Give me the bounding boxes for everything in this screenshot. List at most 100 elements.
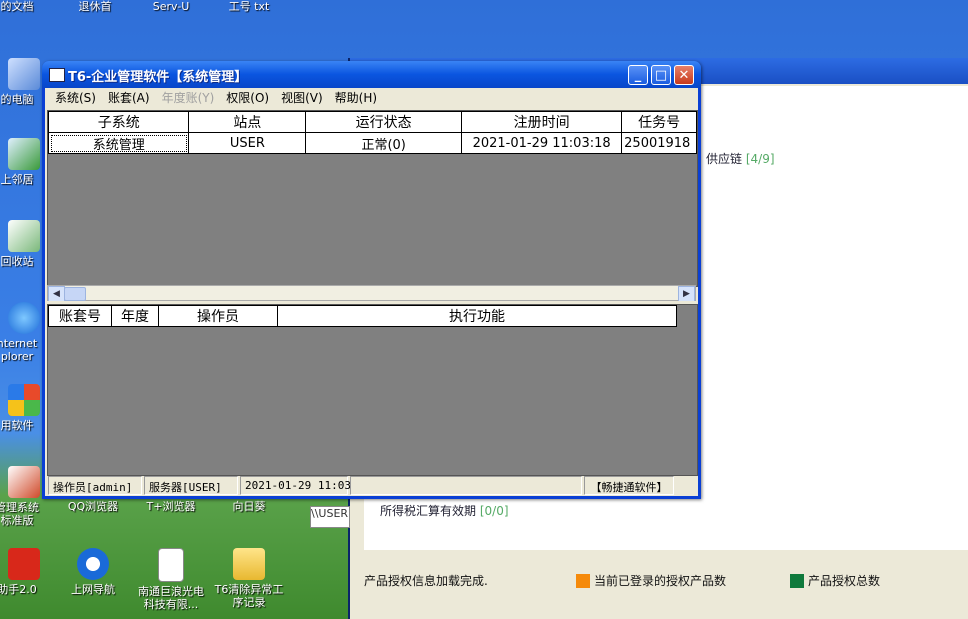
close-button[interactable]: ✕ [674, 65, 694, 85]
menu-help[interactable]: 帮助(H) [329, 89, 383, 106]
table-header-row: 子系统 站点 运行状态 注册时间 任务号 [48, 111, 697, 133]
legend-logged-in-label: 当前已登录的授权产品数 [594, 574, 727, 588]
legend-logged-in: 当前已登录的授权产品数 [576, 572, 726, 589]
legend-swatch-orange [576, 573, 590, 588]
menu-bar: 系统(S) 账套(A) 年度账(Y) 权限(O) 视图(V) 帮助(H) [45, 88, 698, 107]
col-subsystem[interactable]: 子系统 [48, 111, 190, 133]
assistant-icon [8, 548, 40, 580]
status-server: 服务器[USER] [144, 476, 238, 495]
window-title: T6-企业管理软件【系统管理】 [68, 70, 248, 85]
table-header-row: 账套号 年度 操作员 执行功能 [48, 305, 677, 327]
icon-label-2: 科技有限... [143, 598, 199, 611]
menu-view[interactable]: 视图(V) [275, 89, 329, 106]
status-empty [350, 476, 582, 495]
unc-path-text: \\USER [311, 507, 349, 520]
cell-subsystem[interactable]: 系统管理 [48, 132, 190, 154]
icon-label: 退休首 [78, 0, 112, 13]
icon-label: 助手2.0 [0, 583, 37, 596]
icon-label: 工号 txt [228, 0, 270, 13]
horizontal-scrollbar[interactable]: ◀ ▶ [47, 285, 696, 302]
icon-label: 向日葵 [232, 500, 266, 513]
col-function[interactable]: 执行功能 [277, 305, 677, 327]
subsystem-grid[interactable]: 子系统 站点 运行状态 注册时间 任务号 系统管理 USER 正常(0) 202… [47, 110, 698, 287]
network-icon [8, 138, 40, 170]
legend-total: 产品授权总数 [790, 572, 880, 589]
document-icon [158, 548, 184, 582]
legend-total-label: 产品授权总数 [808, 574, 881, 588]
recycle-bin-icon [8, 220, 40, 252]
icon-label: T+浏览器 [146, 500, 196, 513]
scroll-right-button[interactable]: ▶ [678, 286, 695, 302]
desktop-icon-qq-browser[interactable]: QQ浏览器 [54, 500, 132, 513]
ie-icon [77, 548, 109, 580]
cell-register-time[interactable]: 2021-01-29 11:03:18 [461, 132, 623, 154]
scroll-left-button[interactable]: ◀ [48, 286, 65, 302]
col-task-id[interactable]: 任务号 [621, 111, 697, 133]
operator-table: 账套号 年度 操作员 执行功能 [48, 305, 677, 327]
close-icon: ✕ [678, 68, 690, 83]
desktop-icon-tplus-browser[interactable]: T+浏览器 [132, 500, 210, 513]
desktop-icon-serv-u[interactable]: Serv-U [132, 0, 210, 13]
maximize-icon: □ [654, 68, 668, 83]
tax-validity-label: 所得税汇算有效期 [380, 504, 477, 518]
maximize-button[interactable]: □ [651, 65, 671, 85]
folder-icon [233, 548, 265, 580]
status-operator: 操作员[admin] [48, 476, 142, 495]
shortcut-icon [8, 466, 40, 498]
icon-label: Serv-U [152, 0, 190, 13]
icon-label: T6清除异常工 [214, 583, 284, 596]
icon-label-2: 序记录 [232, 596, 266, 609]
icon-label: 管理系统 [0, 501, 39, 514]
status-bar: 操作员[admin] 服务器[USER] 2021-01-29 11:03 【畅… [47, 475, 696, 496]
scroll-thumb[interactable] [64, 287, 86, 301]
col-operator[interactable]: 操作员 [158, 305, 278, 327]
operator-grid[interactable]: 账套号 年度 操作员 执行功能 [47, 304, 698, 476]
desktop-icon-web-nav[interactable]: 上网导航 [54, 548, 132, 596]
window-client: 系统(S) 账套(A) 年度账(Y) 权限(O) 视图(V) 帮助(H) 子系统… [45, 88, 698, 496]
icon-label-2: 标准版 [0, 514, 34, 527]
desktop-icon-sunflower[interactable]: 向日葵 [210, 500, 288, 513]
col-site[interactable]: 站点 [188, 111, 307, 133]
subsystem-table: 子系统 站点 运行状态 注册时间 任务号 系统管理 USER 正常(0) 202… [48, 111, 697, 154]
window-titlebar[interactable]: T6-企业管理软件【系统管理】 _ □ ✕ [42, 61, 701, 88]
cell-task-id[interactable]: 25001918 [621, 132, 697, 154]
col-run-status[interactable]: 运行状态 [305, 111, 463, 133]
menu-permissions[interactable]: 权限(O) [220, 89, 275, 106]
chevron-right-icon: ▶ [683, 289, 690, 299]
menu-annual-account: 年度账(Y) [161, 91, 215, 105]
icon-label: 上网导航 [71, 583, 115, 596]
desktop-icon-gonghao-txt[interactable]: 工号 txt [210, 0, 288, 13]
ie-icon [8, 302, 40, 334]
legend-swatch-green [790, 573, 804, 588]
table-row[interactable]: 系统管理 USER 正常(0) 2021-01-29 11:03:18 2500… [48, 132, 697, 154]
col-account-set-no[interactable]: 账套号 [48, 305, 112, 327]
menu-account-set[interactable]: 账套(A) [102, 89, 156, 106]
computer-icon [8, 58, 40, 90]
minimize-button[interactable]: _ [628, 65, 648, 85]
system-management-window: T6-企业管理软件【系统管理】 _ □ ✕ 系统(S) 账套(A) 年度账(Y)… [42, 61, 701, 499]
status-datetime: 2021-01-29 11:03 [240, 476, 351, 495]
tax-validity-count: [0/0] [479, 504, 509, 518]
col-year[interactable]: 年度 [111, 305, 159, 327]
icon-label: 南通巨浪光电 [138, 585, 204, 598]
app-icon[interactable] [49, 68, 65, 82]
desktop-icon-t6-clear[interactable]: T6清除异常工 序记录 [210, 548, 288, 609]
icon-label: 的文档 [0, 0, 34, 13]
col-register-time[interactable]: 注册时间 [461, 111, 623, 133]
windows-flag-icon [8, 384, 40, 416]
cell-run-status[interactable]: 正常(0) [305, 132, 463, 154]
license-status-text: 产品授权信息加载完成. [364, 574, 488, 588]
supply-chain-label: 供应链 [706, 152, 743, 166]
status-brand: 【畅捷通软件】 [584, 476, 674, 495]
menu-system[interactable]: 系统(S) [49, 89, 102, 106]
supply-chain-count: [4/9] [745, 152, 775, 166]
unc-path-box: \\USER [310, 506, 350, 528]
icon-label: QQ浏览器 [67, 500, 119, 513]
desktop-icon-nantong-doc[interactable]: 南通巨浪光电 科技有限... [132, 548, 210, 611]
desktop-icon-retire[interactable]: 退休首 [56, 0, 134, 13]
cell-site[interactable]: USER [188, 132, 307, 154]
tax-validity-info: 所得税汇算有效期 [0/0] [380, 502, 509, 519]
desktop-icon-assistant[interactable]: 助手2.0 [0, 548, 56, 596]
minimize-icon: _ [634, 68, 642, 83]
desktop-icon-my-documents[interactable]: 的文档 [0, 0, 56, 13]
